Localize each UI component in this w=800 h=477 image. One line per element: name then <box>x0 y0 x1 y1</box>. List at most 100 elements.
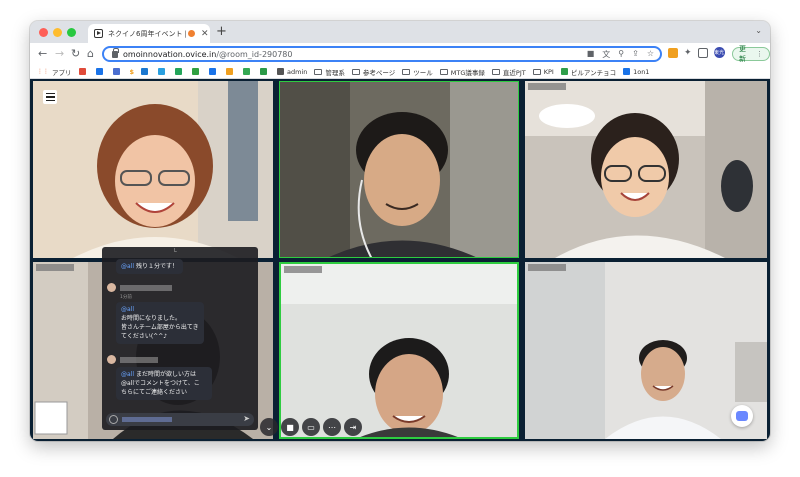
bookmark-item[interactable]: ⋮⋮ アプリ <box>37 67 72 77</box>
bookmark-item[interactable] <box>226 68 236 75</box>
tab-close-icon[interactable]: ✕ <box>201 29 209 39</box>
more-icon[interactable]: ⋯ <box>323 418 341 436</box>
bookmark-item[interactable] <box>141 68 151 75</box>
assistant-icon[interactable] <box>731 405 753 427</box>
video-tile[interactable] <box>279 81 519 258</box>
new-tab-button[interactable]: + <box>216 24 227 40</box>
video-tile[interactable] <box>279 262 519 439</box>
extensions-puzzle-icon[interactable]: ✦ <box>684 48 692 58</box>
message-time: 1分前 <box>120 295 132 300</box>
bookmark-item[interactable] <box>175 68 185 75</box>
mention-tag: @all <box>121 263 135 270</box>
bookmark-item[interactable] <box>158 68 168 75</box>
bookmark-item[interactable]: ツール <box>402 67 433 77</box>
minimize-window-button[interactable] <box>53 28 62 37</box>
video-tile[interactable] <box>525 81 767 258</box>
bookmark-favicon-icon <box>560 68 568 75</box>
chat-panel[interactable]: L @all 残り１分です！ 1分前 @all お時間になりました。 皆さんチー… <box>102 247 258 430</box>
bookmark-item[interactable]: 直近PJT <box>491 67 526 77</box>
video-grid: L @all 残り１分です！ 1分前 @all お時間になりました。 皆さんチー… <box>30 79 770 441</box>
chat-input[interactable]: ➤ <box>106 413 254 426</box>
camera-icon[interactable]: ■ <box>281 418 299 436</box>
bookmark-favicon-icon <box>78 68 86 75</box>
bookmark-label: MTG議事録 <box>450 68 485 77</box>
bookmark-item[interactable]: ピルアンチョコ <box>560 67 616 77</box>
chat-message: @all お時間になりました。 皆さんチーム部屋から出てき てください(^^♪ <box>116 302 204 344</box>
message-line: 皆さんチーム部屋から出てき <box>121 324 199 331</box>
reload-icon[interactable]: ↻ <box>71 46 80 62</box>
bookmark-item[interactable]: $ <box>130 68 135 76</box>
translate-icon[interactable]: 文 <box>602 49 610 60</box>
profile-avatar[interactable]: 東光 <box>713 47 725 58</box>
tab-search-icon[interactable]: ⌄ <box>755 26 762 35</box>
folder-icon <box>351 68 360 75</box>
zoom-icon[interactable]: ⚲ <box>618 49 624 60</box>
screen-share-icon[interactable]: ▭ <box>302 418 320 436</box>
participant-video <box>33 81 273 258</box>
message-line: @allでコメントをつけて、こ <box>121 380 200 387</box>
update-button[interactable]: 更新 ⋮ <box>732 45 770 63</box>
browser-window: ネクイノ6周年イベント | OM ✕ + ⌄ ← → ↻ ⌂ omoinnova… <box>30 21 770 441</box>
tab-title: ネクイノ6周年イベント | OM <box>108 29 186 38</box>
video-tile[interactable] <box>33 81 273 258</box>
bookmark-favicon-icon <box>623 68 631 75</box>
folder-icon <box>439 68 448 75</box>
bookmark-label: アプリ <box>52 68 72 77</box>
bookmark-item[interactable]: 1on1 <box>623 68 649 76</box>
participant-name-tag <box>528 83 566 90</box>
browser-tab[interactable]: ネクイノ6周年イベント | OM ✕ <box>88 24 210 43</box>
back-icon[interactable]: ← <box>38 46 47 62</box>
bookmark-item[interactable] <box>209 68 219 75</box>
call-controls: ⌄ ■ ▭ ⋯ ⇥ <box>260 417 362 437</box>
forward-icon[interactable]: → <box>55 46 64 62</box>
chat-message: @all 残り１分です！ <box>116 259 183 274</box>
send-icon[interactable]: ➤ <box>243 414 250 423</box>
bookmarks-bar: ⋮⋮ アプリ $ admin 管理系 参考ページ ツール MTG議事録 直近PJT KPI ピルアン… <box>30 65 770 79</box>
mention-tag: @all <box>121 371 135 378</box>
bookmark-item[interactable] <box>192 68 202 75</box>
close-window-button[interactable] <box>39 28 48 37</box>
bookmark-favicon-icon <box>95 68 103 75</box>
extension-icon[interactable] <box>668 47 678 58</box>
bookmark-item[interactable]: 管理系 <box>314 67 345 77</box>
bookmark-favicon-icon <box>226 68 234 75</box>
bookmark-item[interactable]: KPI <box>532 68 554 76</box>
bookmark-star-icon[interactable]: ☆ <box>647 49 654 60</box>
kebab-menu-icon[interactable]: ⋮ <box>756 50 763 58</box>
chat-handle[interactable]: L <box>174 248 177 254</box>
folder-icon <box>532 68 541 75</box>
share-icon[interactable]: ⇪ <box>632 49 639 60</box>
bookmark-item[interactable] <box>260 68 270 75</box>
bookmark-item[interactable]: 参考ページ <box>351 67 396 77</box>
url-host: omoinnovation.ovice.in <box>123 49 217 59</box>
bookmark-label: 参考ページ <box>362 68 396 77</box>
participant-video <box>525 81 767 258</box>
message-line: まだ時間が欲しい方は <box>135 371 196 378</box>
bookmark-item[interactable] <box>112 68 123 75</box>
bookmark-label: admin <box>287 67 308 76</box>
bookmark-item[interactable] <box>95 68 106 75</box>
bookmark-item[interactable]: admin <box>277 68 307 76</box>
bookmark-item[interactable] <box>243 68 253 75</box>
sender-name <box>120 357 158 363</box>
maximize-window-button[interactable] <box>67 28 76 37</box>
chat-message: @all まだ時間が欲しい方は @allでコメントをつけて、こ ちらにてご連絡く… <box>116 367 212 400</box>
emoji-icon[interactable] <box>109 415 118 424</box>
participant-name-tag <box>284 266 322 273</box>
browser-toolbar: ← → ↻ ⌂ omoinnovation.ovice.in /@room_id… <box>30 43 770 65</box>
folder-icon <box>402 68 411 75</box>
home-icon[interactable]: ⌂ <box>87 46 94 62</box>
menu-hamburger-icon[interactable] <box>43 90 57 104</box>
exit-icon[interactable]: ⇥ <box>344 418 362 436</box>
bookmark-item[interactable] <box>78 68 89 75</box>
address-bar[interactable]: omoinnovation.ovice.in /@room_id-290780 … <box>102 46 662 62</box>
apps-grid-icon: ⋮⋮ <box>37 68 49 75</box>
bookmark-favicon-icon <box>112 68 120 75</box>
lock-icon <box>112 47 119 58</box>
side-panel-icon[interactable] <box>697 47 708 58</box>
participant-video <box>280 82 518 257</box>
camera-permission-icon[interactable]: ■ <box>587 49 595 60</box>
bookmark-favicon-icon <box>209 68 217 75</box>
bookmark-item[interactable]: MTG議事録 <box>439 67 485 77</box>
mic-icon[interactable]: ⌄ <box>260 418 278 436</box>
